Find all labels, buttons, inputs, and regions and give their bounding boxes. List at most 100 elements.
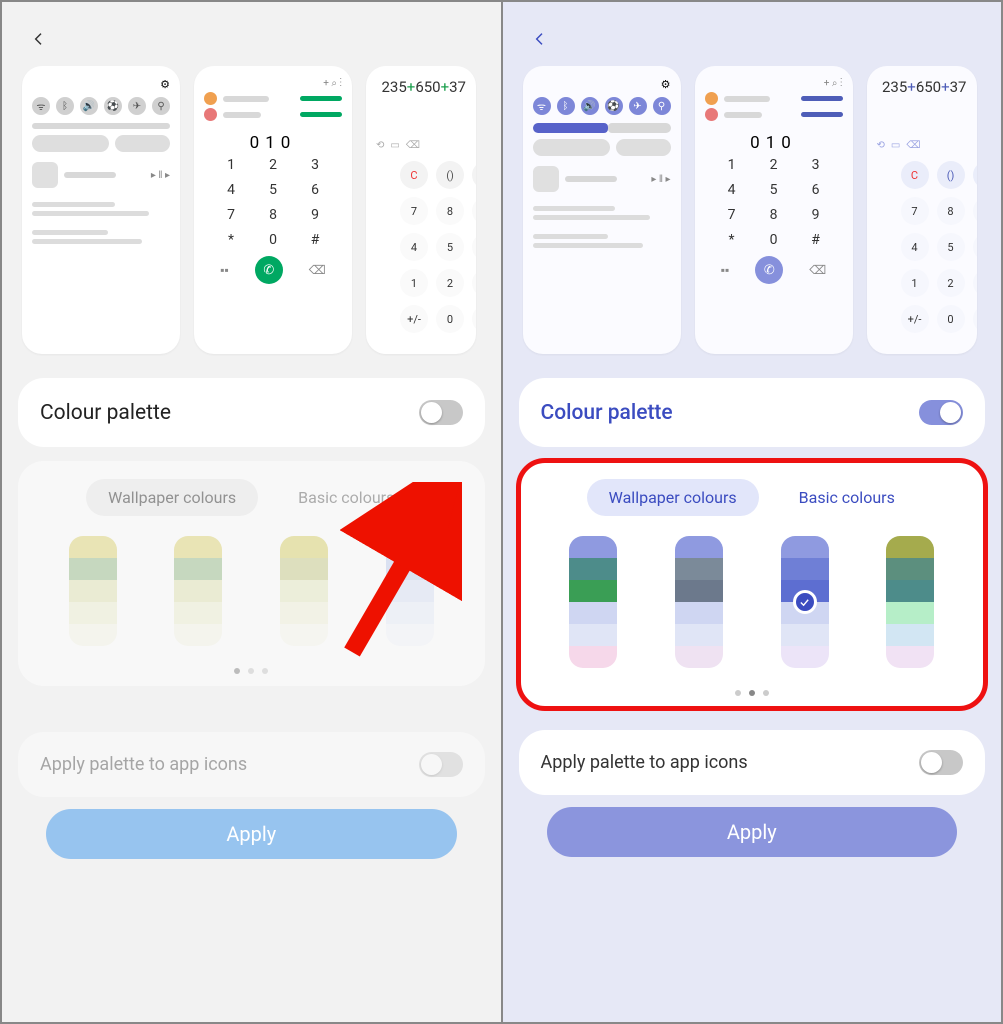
- calc-key: %: [472, 161, 476, 189]
- palette-option[interactable]: [886, 536, 934, 668]
- qs-icon: 🔊: [581, 97, 599, 115]
- palette-chooser: Wallpaper colours Basic colours: [18, 461, 485, 686]
- calc-key: .: [973, 305, 977, 333]
- qs-icon: ⚲: [152, 97, 170, 115]
- gear-icon: ⚙: [533, 78, 671, 91]
- page-dots: [36, 668, 467, 674]
- dialer-key: 1: [711, 157, 753, 173]
- tab-wallpaper-colours[interactable]: Wallpaper colours: [86, 479, 258, 516]
- qs-icon: ⚽: [605, 97, 623, 115]
- check-icon: [793, 590, 817, 614]
- palette-option[interactable]: [675, 536, 723, 668]
- dialer-key: 3: [294, 157, 336, 173]
- palette-option[interactable]: [280, 536, 328, 646]
- page-dots: [537, 690, 968, 696]
- preview-calculator: 235+650+37 ⟲▭⌫ C()%789456123+/-0.: [867, 66, 977, 354]
- call-button: ✆: [255, 256, 283, 284]
- calc-grid: C()%789456123+/-0.: [366, 161, 466, 333]
- calc-key: 8: [937, 197, 965, 225]
- qs-icon: ⚽: [104, 97, 122, 115]
- apply-to-icons-toggle[interactable]: [419, 752, 463, 777]
- dialer-key: 0: [753, 232, 795, 248]
- qs-icon: ✈: [629, 97, 647, 115]
- dialer-display: 010: [204, 133, 342, 153]
- calc-key: 4: [400, 233, 428, 261]
- colour-palette-row: Colour palette: [519, 378, 986, 447]
- calc-key: 3: [472, 269, 476, 297]
- palette-option[interactable]: [781, 536, 829, 668]
- palette-option[interactable]: [569, 536, 617, 668]
- tab-wallpaper-colours[interactable]: Wallpaper colours: [587, 479, 759, 516]
- preview-dialer: + ⌕ ⋮ 010 123456789*0# ▪▪ ✆ ⌫: [695, 66, 853, 354]
- calc-key: +/-: [901, 305, 929, 333]
- apply-button[interactable]: Apply: [547, 807, 958, 857]
- calc-key: 4: [901, 233, 929, 261]
- apply-button[interactable]: Apply: [46, 809, 457, 859]
- palette-option[interactable]: [69, 536, 117, 646]
- video-icon: ▪▪: [721, 263, 730, 277]
- qs-icon: ᛒ: [557, 97, 575, 115]
- colour-palette-toggle[interactable]: [919, 400, 963, 425]
- qs-icon: ᯤ: [32, 97, 50, 115]
- qs-icon: ᯤ: [533, 97, 551, 115]
- calc-key: C: [901, 161, 929, 189]
- gear-icon: ⚙: [32, 78, 170, 91]
- qs-icon: ᛒ: [56, 97, 74, 115]
- colour-palette-row: Colour palette: [18, 378, 485, 447]
- tab-basic-colours[interactable]: Basic colours: [276, 479, 416, 516]
- dialer-keypad: 123456789*0#: [204, 157, 342, 248]
- dialer-key: #: [294, 232, 336, 248]
- qs-icon: ✈: [128, 97, 146, 115]
- calc-key: 9: [973, 197, 977, 225]
- apply-to-icons-label: Apply palette to app icons: [40, 754, 247, 775]
- palette-list-right: [537, 536, 968, 668]
- palette-option[interactable]: [386, 536, 434, 646]
- colour-palette-label: Colour palette: [40, 401, 171, 425]
- dialer-key: 0: [252, 232, 294, 248]
- apply-to-icons-toggle[interactable]: [919, 750, 963, 775]
- apply-to-icons-row: Apply palette to app icons: [519, 730, 986, 795]
- colour-palette-toggle[interactable]: [419, 400, 463, 425]
- backspace-icon: ⌫: [809, 263, 826, 277]
- calc-key: 6: [472, 233, 476, 261]
- calc-key: 1: [901, 269, 929, 297]
- dialer-key: 3: [795, 157, 837, 173]
- calc-key: 5: [436, 233, 464, 261]
- dialer-key: *: [711, 232, 753, 248]
- dialer-key: 5: [753, 182, 795, 198]
- tab-basic-colours[interactable]: Basic colours: [777, 479, 917, 516]
- calc-key: 0: [436, 305, 464, 333]
- dialer-key: 4: [711, 182, 753, 198]
- palette-chooser: Wallpaper colours Basic colours: [519, 461, 986, 708]
- back-button[interactable]: [26, 26, 52, 52]
- dialer-keypad: 123456789*0#: [705, 157, 843, 248]
- dialer-key: 7: [711, 207, 753, 223]
- calc-key: C: [400, 161, 428, 189]
- calc-key: +/-: [400, 305, 428, 333]
- dialer-key: 9: [795, 207, 837, 223]
- dialer-key: 8: [753, 207, 795, 223]
- dialer-key: 1: [210, 157, 252, 173]
- dialer-key: 2: [753, 157, 795, 173]
- calc-key: 2: [436, 269, 464, 297]
- calc-key: .: [472, 305, 476, 333]
- dialer-key: 5: [252, 182, 294, 198]
- calc-key: %: [973, 161, 977, 189]
- calc-key: (): [937, 161, 965, 189]
- video-icon: ▪▪: [220, 263, 229, 277]
- dialer-display: 010: [705, 133, 843, 153]
- calc-key: 3: [973, 269, 977, 297]
- apply-to-icons-label: Apply palette to app icons: [541, 752, 748, 773]
- qs-icon: 🔊: [80, 97, 98, 115]
- preview-quicksettings: ⚙ ᯤ ᛒ 🔊 ⚽ ✈ ⚲ ▸ ‖ ▸: [22, 66, 180, 354]
- calc-key: 9: [472, 197, 476, 225]
- dialer-key: 6: [294, 182, 336, 198]
- screen-after: ⚙ ᯤ ᛒ 🔊 ⚽ ✈ ⚲ ▸ ‖ ▸: [502, 0, 1003, 1024]
- theme-previews: ⚙ ᯤ ᛒ 🔊 ⚽ ✈ ⚲ ▸ ‖ ▸: [16, 62, 487, 364]
- calc-key: 5: [937, 233, 965, 261]
- back-button[interactable]: [527, 26, 553, 52]
- calc-grid: C()%789456123+/-0.: [867, 161, 967, 333]
- dialer-key: 2: [252, 157, 294, 173]
- palette-option[interactable]: [174, 536, 222, 646]
- calc-key: 7: [901, 197, 929, 225]
